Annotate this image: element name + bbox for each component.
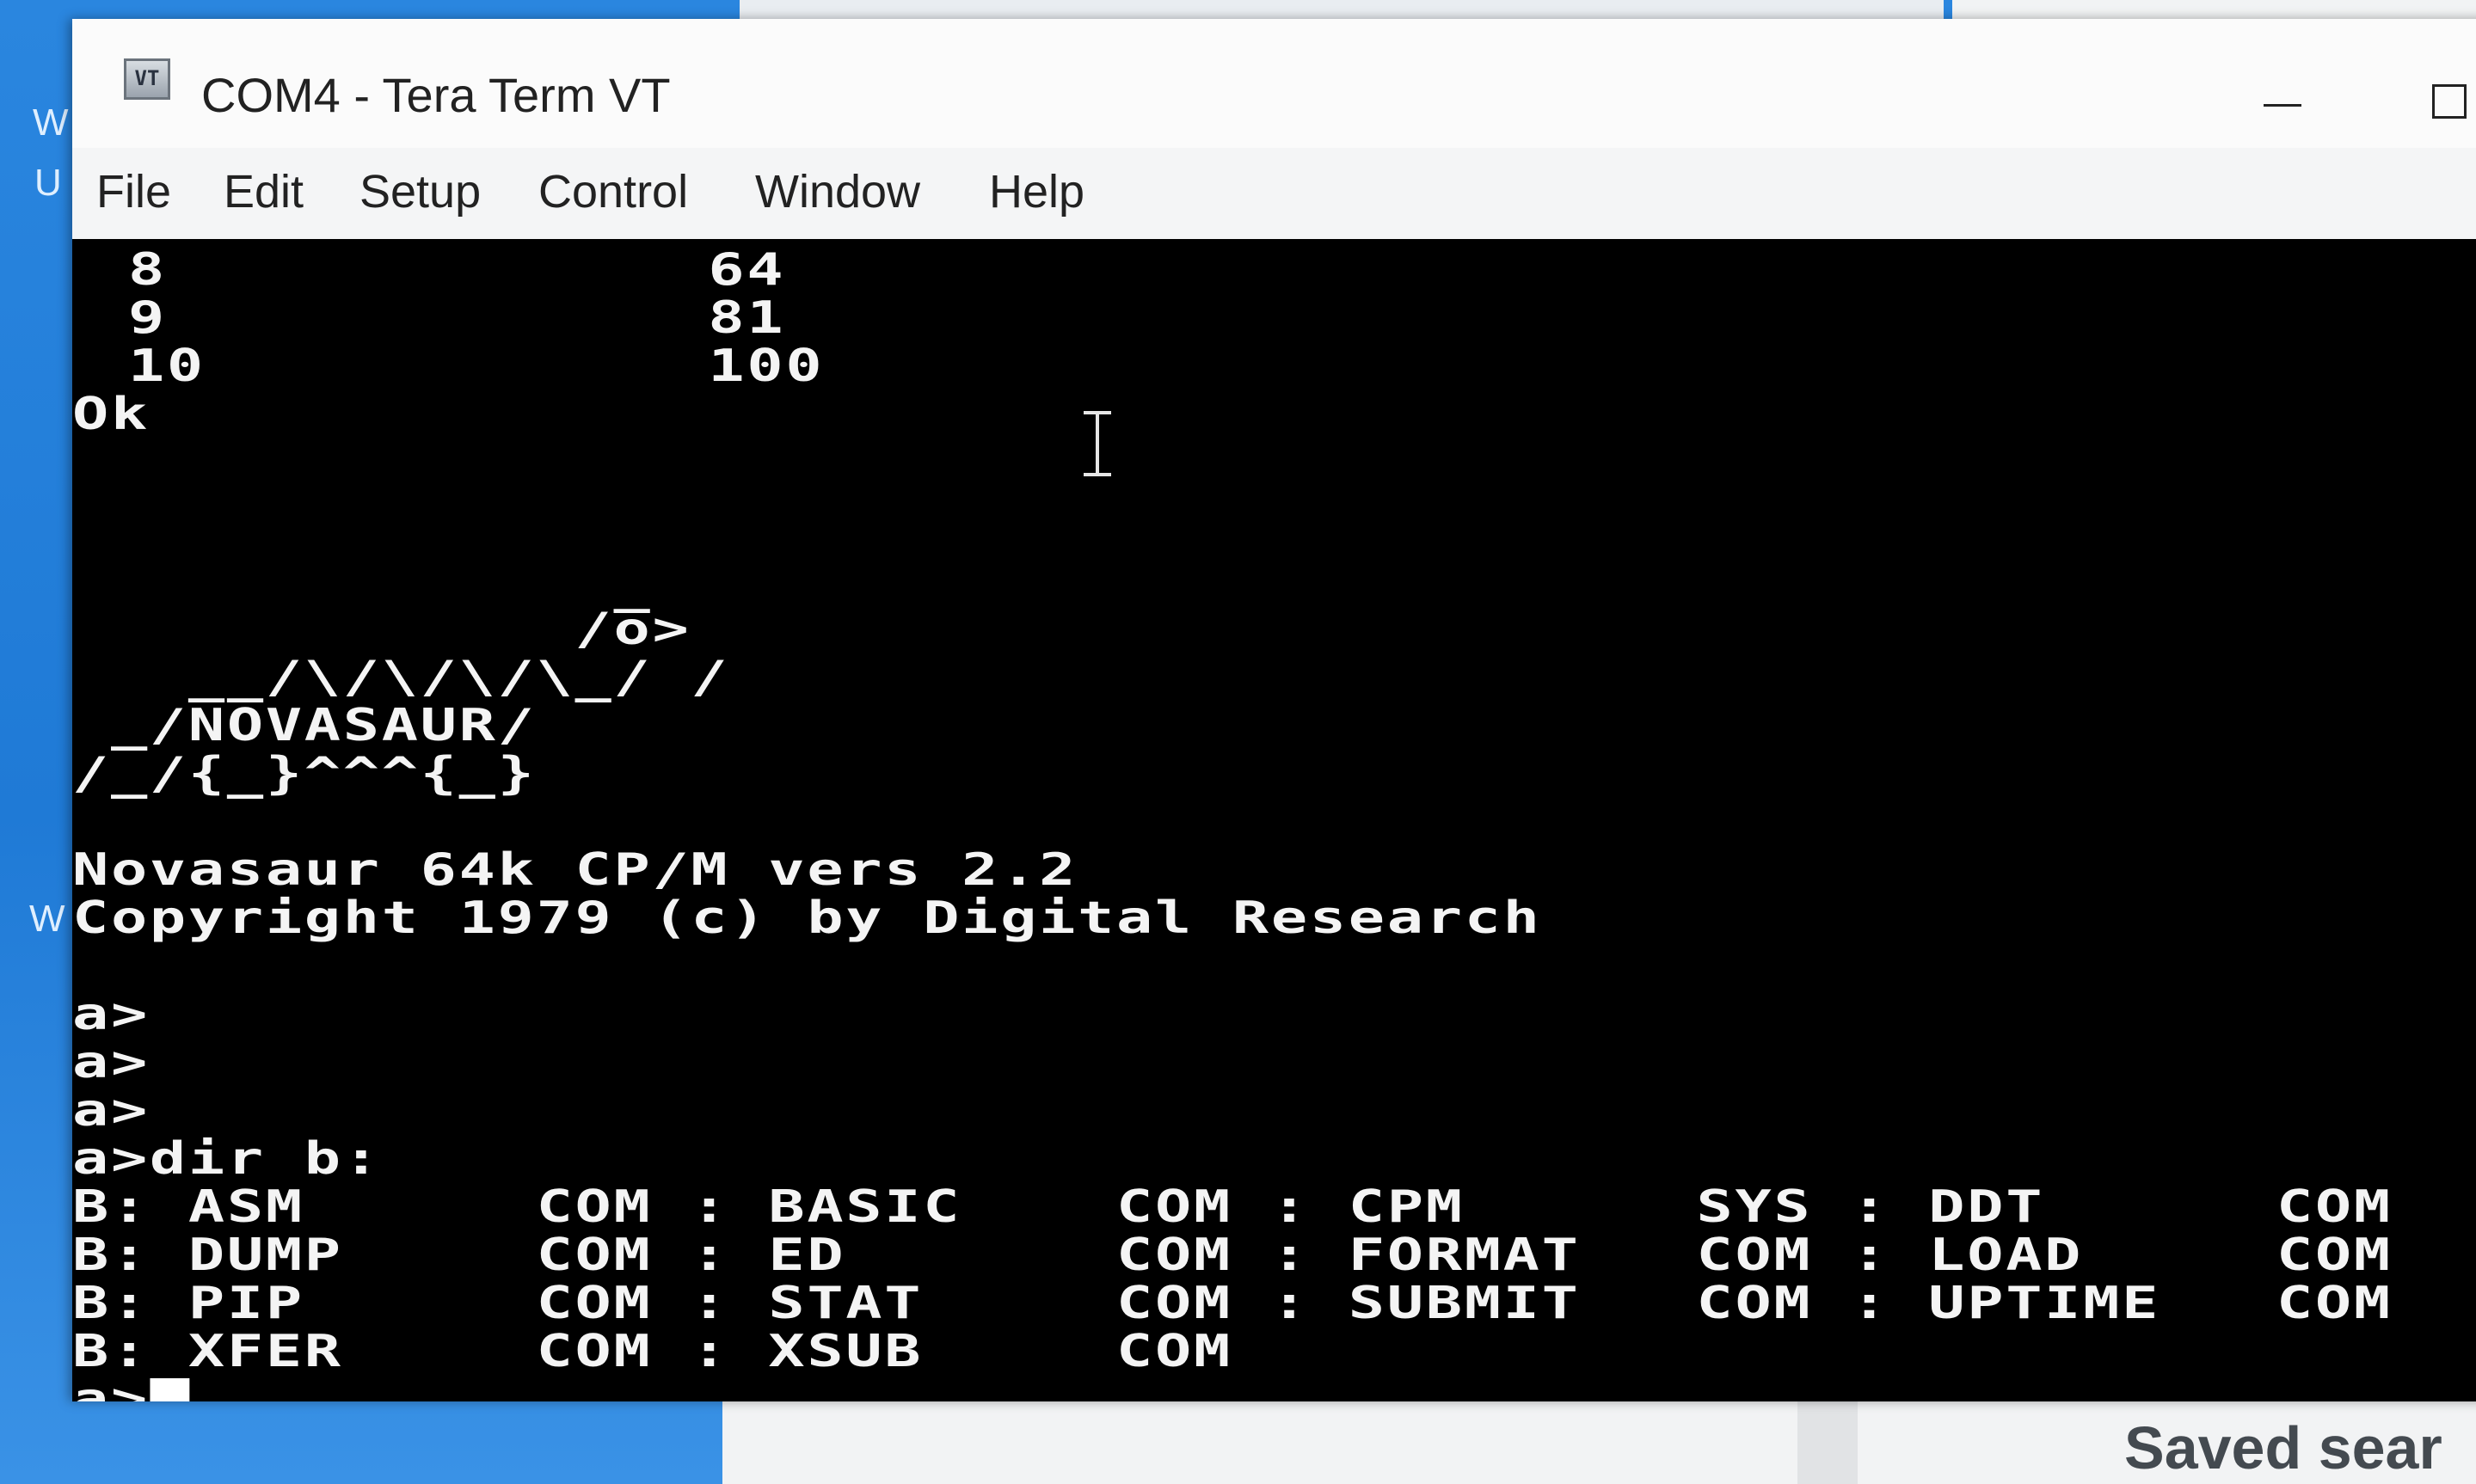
panel-divider [1797,1393,1858,1484]
ascii-art-line: _/NOVASAUR/ [72,700,537,751]
prompt-text: a> [72,1374,150,1401]
ascii-art-line: /_/{_}^^^{_} [72,748,537,800]
prompt-line: a> [72,1085,150,1137]
desktop-icon-label-fragment: U [34,162,62,204]
menu-file[interactable]: File [96,165,171,218]
tera-term-app-icon[interactable]: VT [124,58,170,100]
directory-listing-row: B: ASM COM : BASIC COM : CPM SYS : DDT C… [72,1181,2393,1233]
desktop-icon-label-fragment: W [33,101,69,144]
terminal-line: 8 64 [89,244,786,296]
directory-listing-row: B: XFER COM : XSUB COM [72,1326,1232,1377]
desktop-icon-label-fragment: W [29,898,65,940]
command-line: a>dir b: [72,1133,382,1185]
tera-term-window[interactable]: VT COM4 - Tera Term VT File Edit Setup C… [72,19,2476,1401]
saved-searches-label[interactable]: Saved sear [2124,1413,2442,1482]
title-bar[interactable]: VT COM4 - Tera Term VT [72,19,2476,148]
minimize-button[interactable] [2257,66,2308,118]
ascii-art-line: /o> [72,604,691,655]
terminal-screen[interactable]: 8 64 9 81 10 100 Ok _ /o> __/\/\/\/\_/ /… [72,239,2476,1401]
terminal-line: 9 81 [89,292,786,344]
ibeam-cursor-icon [1080,411,1115,476]
menu-control[interactable]: Control [538,165,688,218]
directory-listing-row: B: PIP COM : STAT COM : SUBMIT COM : UPT… [72,1278,2393,1329]
menu-edit[interactable]: Edit [224,165,304,218]
menu-setup[interactable]: Setup [359,165,481,218]
menu-help[interactable]: Help [989,165,1084,218]
maximize-button[interactable] [2425,71,2476,122]
prompt-line: a> [72,1037,150,1088]
menu-bar: File Edit Setup Control Window Help [72,156,2476,234]
background-window-edge [740,0,1944,19]
window-title: COM4 - Tera Term VT [201,68,671,122]
ascii-art-line: __/\/\/\/\_/ / [72,652,730,703]
terminal-line: Ok [72,389,150,440]
desktop-background: W U W Saved sear VT COM4 - Tera Term VT … [0,0,2476,1484]
terminal-line: 10 100 [89,340,825,392]
directory-listing-row: B: DUMP COM : ED COM : FORMAT COM : LOAD… [72,1230,2393,1281]
copyright-line: Copyright 1979 (c) by Digital Research [72,892,1542,944]
text-cursor [149,1378,189,1401]
current-prompt[interactable]: a> [72,1376,189,1401]
prompt-line: a> [72,989,150,1040]
menu-window[interactable]: Window [755,165,920,218]
cpm-banner: Novasaur 64k CP/M vers 2.2 [72,844,1078,896]
